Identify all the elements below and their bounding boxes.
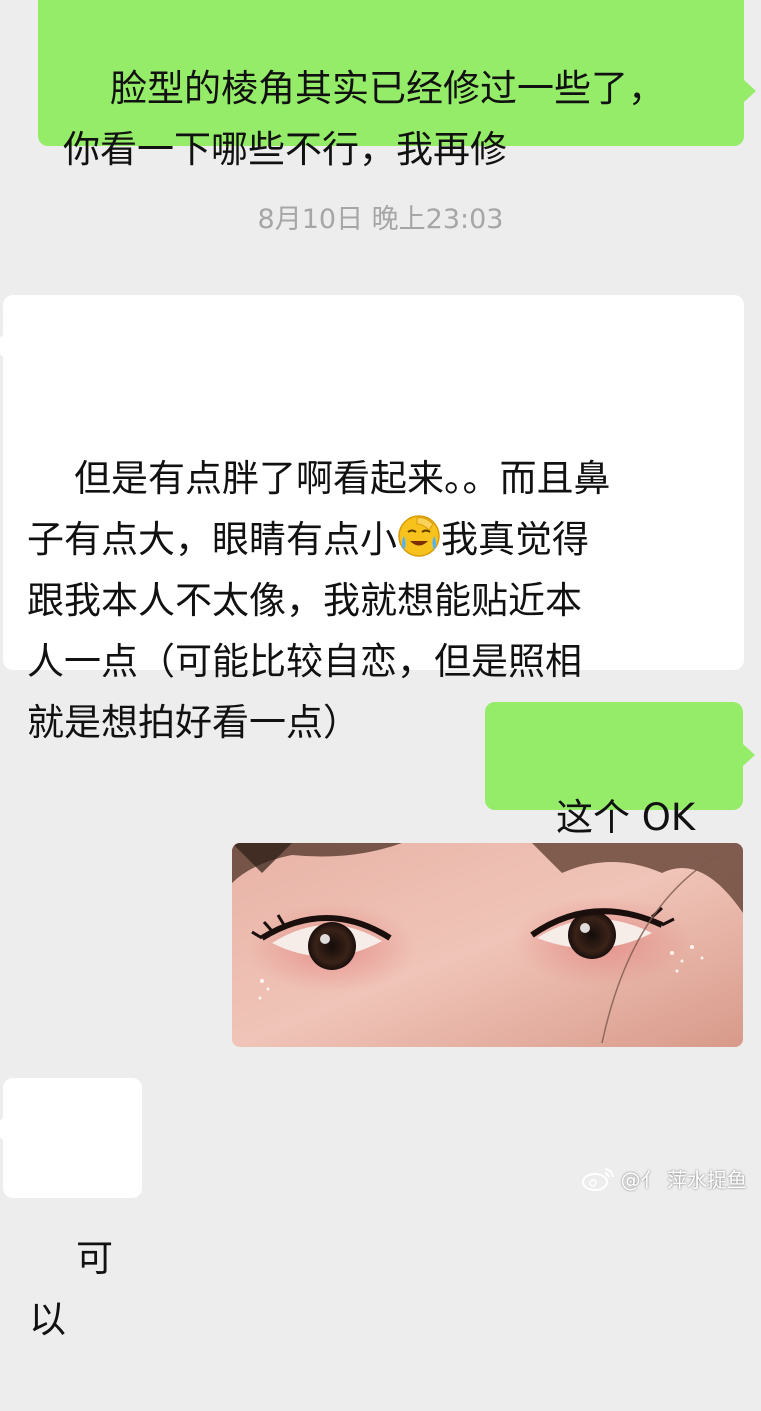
face-palm-crying-emoji [398, 515, 440, 557]
sent-message-bubble[interactable]: 这个 OK 吗 [485, 702, 755, 900]
bubble-tail [0, 1118, 3, 1140]
watermark-text: @亻 萍水捉鱼 [620, 1168, 747, 1192]
chat-view: 脸型的棱角其实已经修过一些了， 你看一下哪些不行，我再修 8月10日 晚上23:… [0, 0, 761, 1341]
eyes-closeup-image [232, 843, 743, 1047]
bubble-tail [743, 744, 755, 766]
weibo-icon [581, 1167, 614, 1191]
bubble-tail [744, 80, 756, 102]
sent-message-bubble[interactable]: 脸型的棱角其实已经修过一些了， 你看一下哪些不行，我再修 [38, 0, 756, 171]
eyes-closeup-photo[interactable] [232, 843, 743, 1047]
message-text: 脸型的棱角其实已经修过一些了， 你看一下哪些不行，我再修 [63, 67, 666, 171]
received-message-bubble[interactable]: 可以 [0, 1078, 142, 1341]
received-message-bubble[interactable]: 但是有点胖了啊看起来。。而且鼻 子有点大，眼睛有点小 我真觉得 跟我本人不太像，… [0, 295, 744, 744]
message-timestamp: 8月10日 晚上23:03 [257, 204, 504, 235]
message-text: 可以 [29, 1237, 114, 1341]
bubble-tail [0, 335, 3, 357]
watermark: @亻 萍水捉鱼 [581, 1164, 747, 1193]
